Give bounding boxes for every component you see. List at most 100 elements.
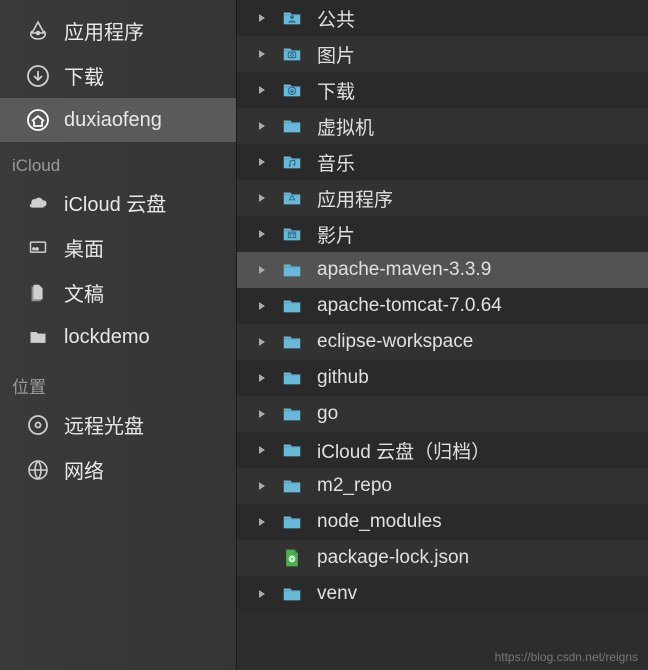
file-row[interactable]: apache-maven-3.3.9 [237,252,648,288]
folder-icon [279,475,305,497]
sidebar-item-applications[interactable]: 应用程序 [0,8,236,53]
file-name: 下载 [317,77,355,104]
sidebar-item-lockdemo[interactable]: lockdemo [0,315,236,359]
sidebar-item-network[interactable]: 网络 [0,447,236,492]
file-row[interactable]: apache-tomcat-7.0.64 [237,288,648,324]
folder-icon [279,259,305,281]
file-row[interactable]: 公共 [237,0,648,36]
folder-icon [279,115,305,137]
disclosure-triangle-icon[interactable] [255,83,269,97]
file-name: 音乐 [317,149,355,176]
folder-icon [279,367,305,389]
watermark: https://blog.csdn.net/reigns [495,650,638,664]
file-name: iCloud 云盘（归档） [317,437,490,464]
disclosure-triangle-icon[interactable] [255,515,269,529]
file-row[interactable]: node_modules [237,504,648,540]
sidebar-item-remote-disc[interactable]: 远程光盘 [0,402,236,447]
disclosure-triangle-icon[interactable] [255,263,269,277]
disclosure-triangle-icon[interactable] [255,119,269,133]
disclosure-triangle-icon[interactable] [255,11,269,25]
json-file-icon [279,547,305,569]
disclosure-triangle-icon[interactable] [255,371,269,385]
file-row[interactable]: 图片 [237,36,648,72]
disclosure-triangle-icon[interactable] [255,335,269,349]
file-name: apache-maven-3.3.9 [317,259,491,281]
sidebar-item-home[interactable]: duxiaofeng [0,98,236,142]
download-icon [24,62,52,90]
desktop-icon [24,234,52,262]
file-name: node_modules [317,511,442,533]
folder-icon [279,43,305,65]
home-icon [24,106,52,134]
sidebar-item-label: 下载 [64,61,104,90]
disclosure-triangle-icon[interactable] [255,587,269,601]
sidebar-item-label: 桌面 [64,233,104,262]
disclosure-triangle-icon[interactable] [255,155,269,169]
folder-icon [279,223,305,245]
file-row[interactable]: m2_repo [237,468,648,504]
file-row[interactable]: 音乐 [237,144,648,180]
file-row[interactable]: go [237,396,648,432]
folder-icon [279,331,305,353]
sidebar-item-label: duxiaofeng [64,109,162,132]
sidebar-item-label: 远程光盘 [64,410,144,439]
disclosure-triangle-icon[interactable] [255,191,269,205]
folder-icon [279,403,305,425]
file-name: github [317,367,369,389]
documents-icon [24,279,52,307]
file-row[interactable]: iCloud 云盘（归档） [237,432,648,468]
file-name: m2_repo [317,475,392,497]
folder-icon [279,295,305,317]
disclosure-triangle-icon[interactable] [255,227,269,241]
applications-icon [24,17,52,45]
sidebar-item-label: 应用程序 [64,16,144,45]
folder-icon [279,583,305,605]
sidebar-item-label: 文稿 [64,278,104,307]
file-name: 图片 [317,41,355,68]
file-name: 应用程序 [317,185,393,212]
file-row[interactable]: package-lock.json [237,540,648,576]
sidebar-section-icloud: iCloud [0,142,236,180]
file-row[interactable]: eclipse-workspace [237,324,648,360]
sidebar-item-desktop[interactable]: 桌面 [0,225,236,270]
sidebar-item-downloads[interactable]: 下载 [0,53,236,98]
file-row[interactable]: 应用程序 [237,180,648,216]
sidebar: 应用程序 下载 duxiaofeng iCloud iCloud 云盘 桌面 文… [0,0,237,670]
folder-icon [279,187,305,209]
sidebar-section-locations: 位置 [0,359,236,402]
sidebar-item-label: lockdemo [64,326,150,349]
sidebar-item-documents[interactable]: 文稿 [0,270,236,315]
disclosure-triangle-icon[interactable] [255,551,269,565]
file-name: package-lock.json [317,547,469,569]
file-name: apache-tomcat-7.0.64 [317,295,502,317]
sidebar-item-label: iCloud 云盘 [64,188,166,217]
file-name: 虚拟机 [317,113,374,140]
disc-icon [24,411,52,439]
sidebar-item-label: 网络 [64,455,104,484]
file-name: 公共 [317,5,355,32]
file-name: go [317,403,338,425]
globe-icon [24,456,52,484]
disclosure-triangle-icon[interactable] [255,47,269,61]
file-row[interactable]: github [237,360,648,396]
folder-icon [279,79,305,101]
file-row[interactable]: 影片 [237,216,648,252]
sidebar-item-icloud-drive[interactable]: iCloud 云盘 [0,180,236,225]
cloud-icon [24,189,52,217]
file-name: 影片 [317,221,355,248]
disclosure-triangle-icon[interactable] [255,443,269,457]
folder-icon [279,151,305,173]
file-list: 公共图片下载虚拟机音乐应用程序影片 apache-maven-3.3.9 apach… [237,0,648,670]
folder-icon [279,511,305,533]
file-row[interactable]: 虚拟机 [237,108,648,144]
disclosure-triangle-icon[interactable] [255,299,269,313]
folder-icon [279,439,305,461]
file-row[interactable]: venv [237,576,648,612]
disclosure-triangle-icon[interactable] [255,407,269,421]
file-name: venv [317,583,357,605]
file-row[interactable]: 下载 [237,72,648,108]
file-name: eclipse-workspace [317,331,473,353]
disclosure-triangle-icon[interactable] [255,479,269,493]
folder-icon [24,323,52,351]
folder-icon [279,7,305,29]
